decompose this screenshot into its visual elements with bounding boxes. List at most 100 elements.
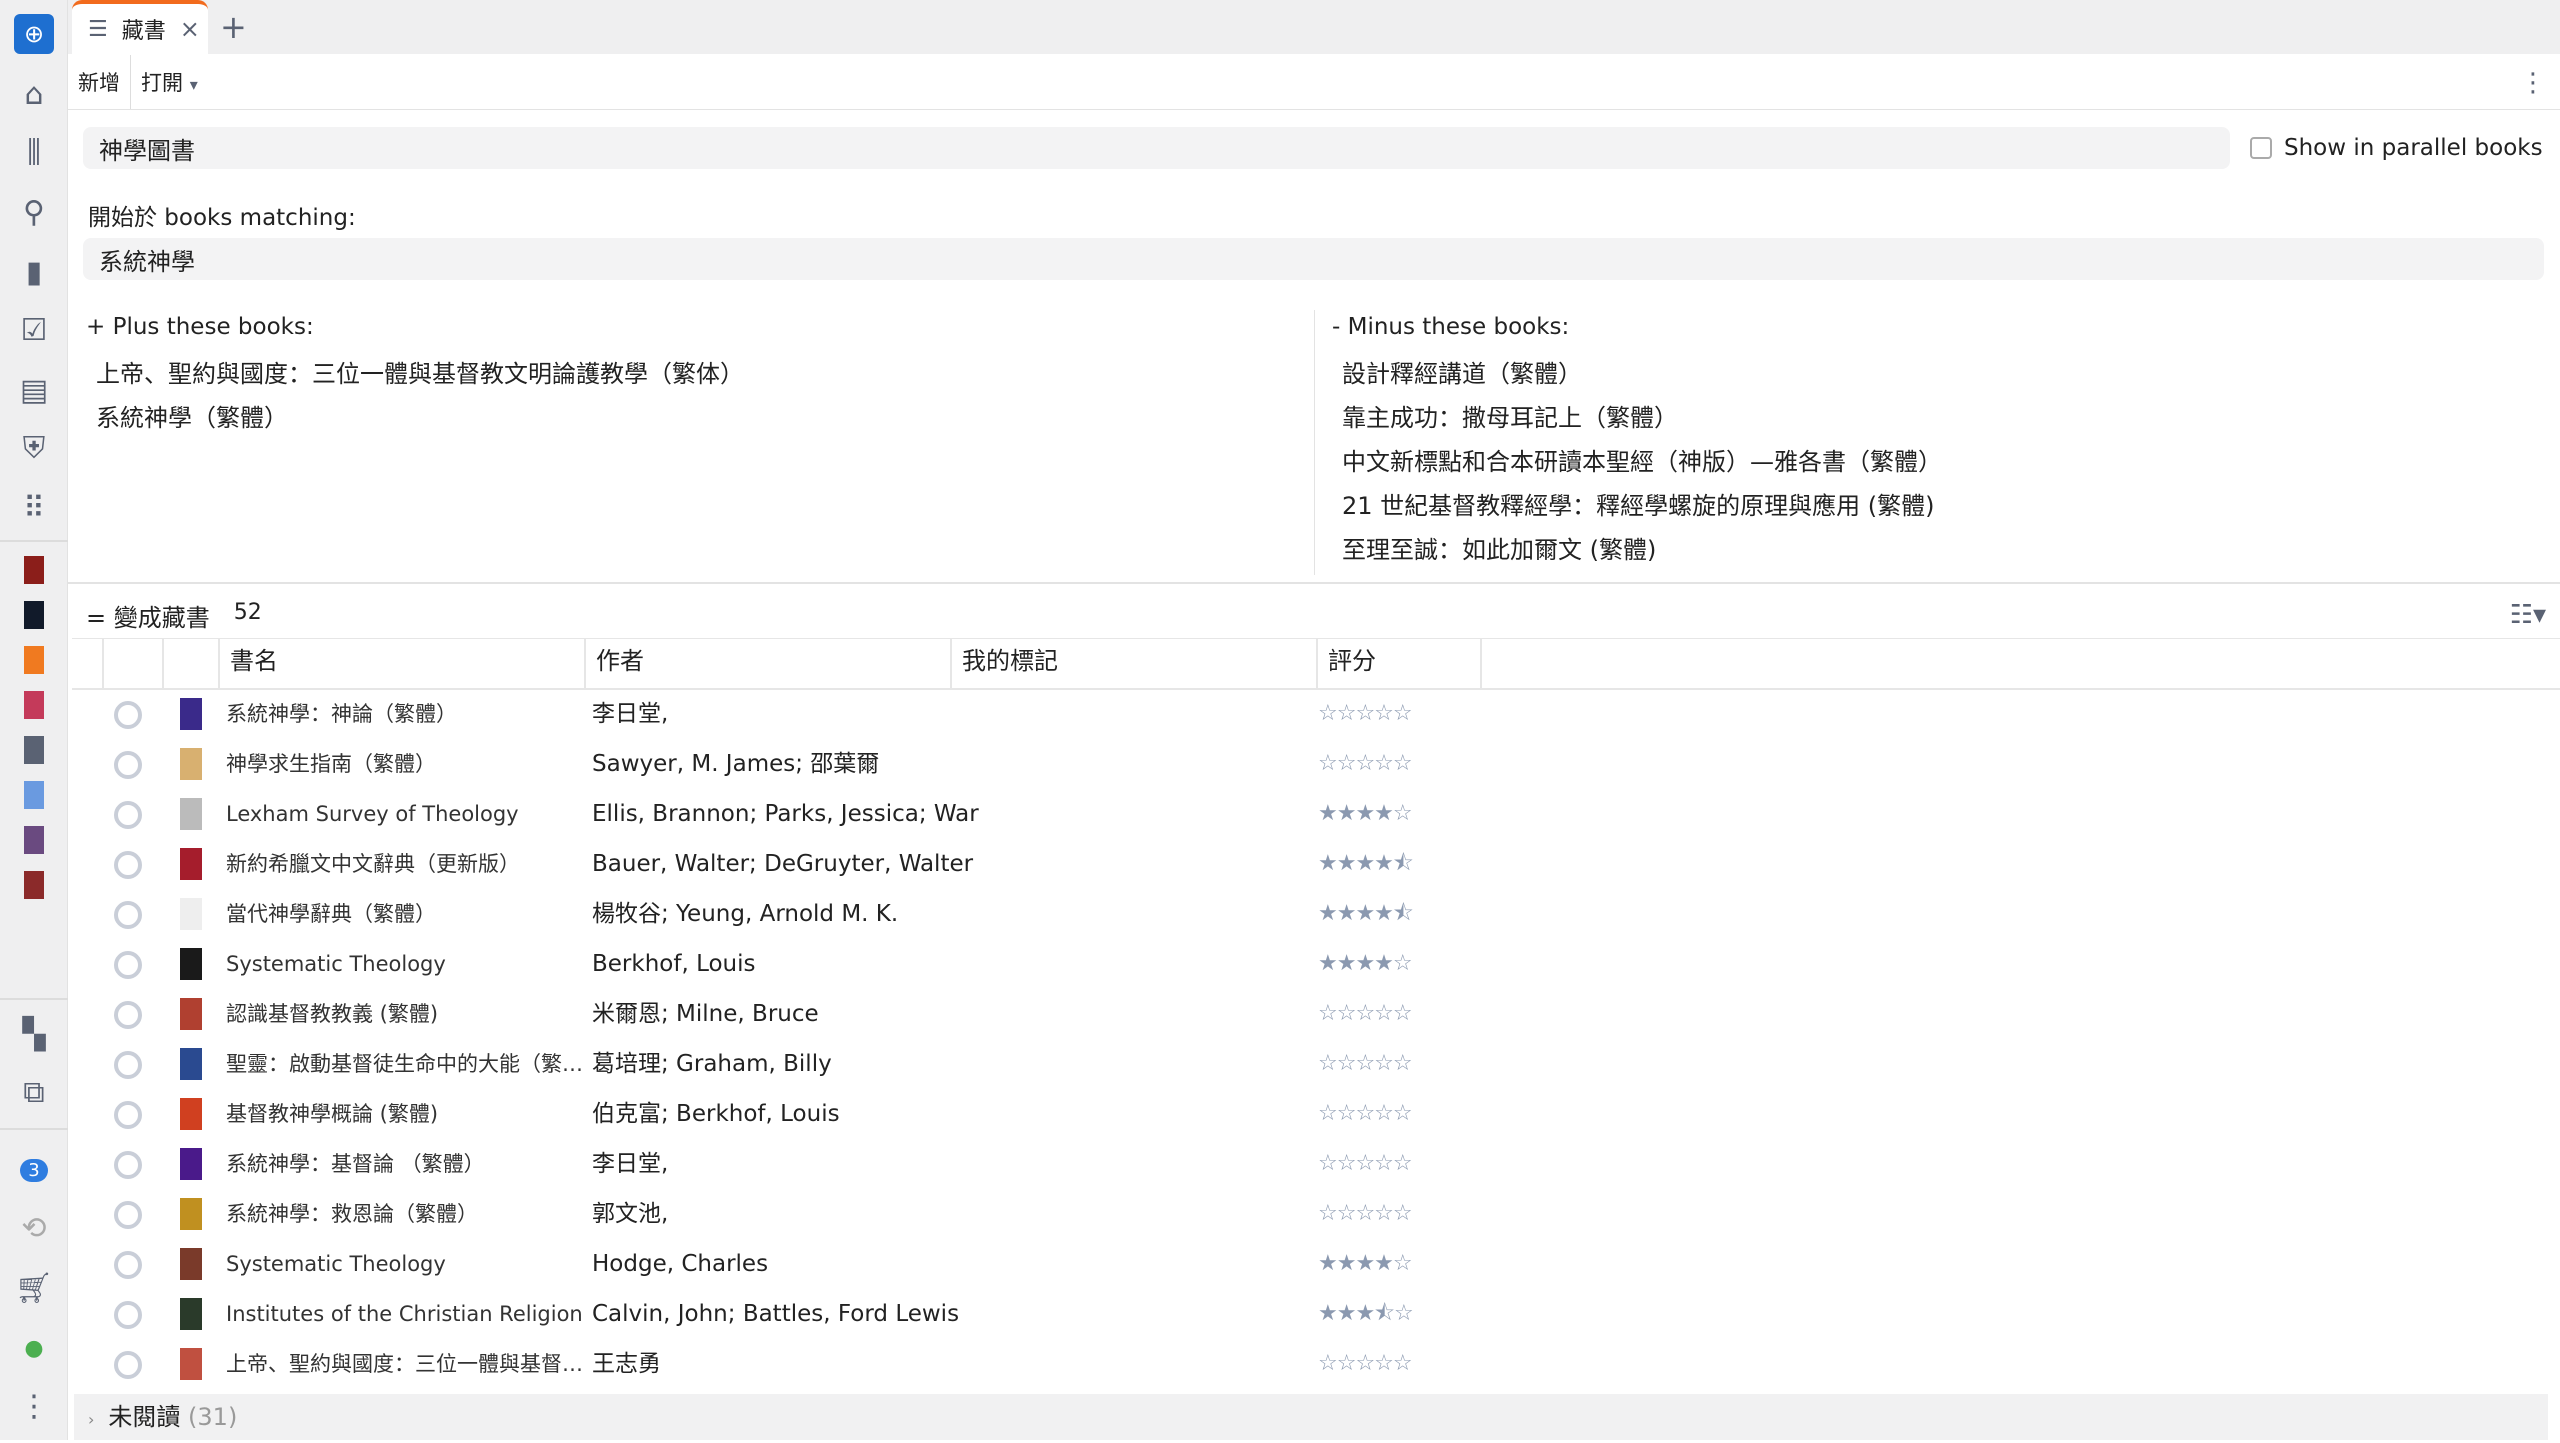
recent-book-thumbnail[interactable] bbox=[24, 646, 44, 674]
book-title[interactable]: 上帝、聖約與國度：三位一體與基督教文明論護教學（繁体） bbox=[226, 1339, 586, 1389]
document-icon[interactable]: ▤ bbox=[14, 370, 54, 410]
rating-stars[interactable]: ☆☆☆☆☆ bbox=[1318, 1139, 1413, 1189]
new-tab-button[interactable]: + bbox=[220, 8, 247, 46]
user-icon[interactable]: ● bbox=[14, 1328, 54, 1368]
tab-library[interactable]: ☰ 藏書 × bbox=[72, 0, 208, 54]
column-title[interactable]: 書名 bbox=[220, 639, 586, 689]
rating-stars[interactable]: ☆☆☆☆☆ bbox=[1318, 1089, 1413, 1139]
rating-stars[interactable]: ☆☆☆☆☆ bbox=[1318, 1189, 1413, 1239]
rating-stars[interactable]: ☆☆☆☆☆ bbox=[1318, 989, 1413, 1039]
rating-stars[interactable]: ☆☆☆☆☆ bbox=[1318, 739, 1413, 789]
book-title[interactable]: Systematic Theology bbox=[226, 1239, 586, 1289]
table-row[interactable]: Lexham Survey of Theology Ellis, Brannon… bbox=[72, 789, 2560, 839]
read-status-icon[interactable] bbox=[114, 901, 142, 929]
checklist-icon[interactable]: ☑ bbox=[14, 310, 54, 350]
new-button[interactable]: 新增 bbox=[68, 67, 130, 97]
recent-book-thumbnail[interactable] bbox=[24, 556, 44, 584]
unread-group[interactable]: › 未閱讀 (31) bbox=[74, 1394, 2548, 1440]
read-status-icon[interactable] bbox=[114, 1001, 142, 1029]
shield-icon[interactable]: ⛨ bbox=[14, 428, 54, 468]
rating-stars[interactable]: ★★★★☆ bbox=[1318, 939, 1413, 989]
recent-book-thumbnail[interactable] bbox=[24, 736, 44, 764]
rating-stars[interactable]: ★★★★☆ bbox=[1318, 1239, 1413, 1289]
book-title[interactable]: 當代神學辭典（繁體） bbox=[226, 889, 586, 939]
table-row[interactable]: Systematic Theology Hodge, Charles ★★★★☆ bbox=[72, 1239, 2560, 1289]
read-status-icon[interactable] bbox=[114, 1351, 142, 1379]
table-row[interactable]: 認識基督教教義 (繁體) 米爾恩; Milne, Bruce ☆☆☆☆☆ bbox=[72, 989, 2560, 1039]
rating-stars[interactable]: ☆☆☆☆☆ bbox=[1318, 1039, 1413, 1089]
table-row[interactable]: 基督教神學概論 (繁體) 伯克富; Berkhof, Louis ☆☆☆☆☆ bbox=[72, 1089, 2560, 1139]
layout-icon[interactable]: ▚ bbox=[14, 1014, 54, 1054]
book-title[interactable]: Lexham Survey of Theology bbox=[226, 789, 586, 839]
table-row[interactable]: Institutes of the Christian Religion Cal… bbox=[72, 1289, 2560, 1339]
rating-stars[interactable]: ★★★★⯪ bbox=[1318, 839, 1414, 889]
recent-book-thumbnail[interactable] bbox=[24, 826, 44, 854]
table-row[interactable]: Systematic Theology Berkhof, Louis ★★★★☆ bbox=[72, 939, 2560, 989]
rating-stars[interactable]: ★★★★☆ bbox=[1318, 789, 1413, 839]
book-title[interactable]: 基督教神學概論 (繁體) bbox=[226, 1089, 586, 1139]
minus-book-item[interactable]: 設計釋經講道（繁體） bbox=[1342, 352, 1942, 396]
home-icon[interactable]: ⌂ bbox=[14, 74, 54, 114]
column-rating[interactable]: 評分 bbox=[1318, 639, 1482, 689]
book-title[interactable]: 新約希臘文中文辭典（更新版） bbox=[226, 839, 586, 889]
read-status-icon[interactable] bbox=[114, 701, 142, 729]
close-tab-icon[interactable]: × bbox=[180, 15, 200, 43]
book-title[interactable]: 聖靈：啟動基督徒生命中的大能（繁體） bbox=[226, 1039, 586, 1089]
sync-icon[interactable]: ⟲ bbox=[14, 1208, 54, 1248]
minus-book-item[interactable]: 靠主成功：撒母耳記上（繁體） bbox=[1342, 396, 1942, 440]
read-status-icon[interactable] bbox=[114, 751, 142, 779]
recent-book-thumbnail[interactable] bbox=[24, 871, 44, 899]
table-row[interactable]: 神學求生指南（繁體） Sawyer, M. James; 邵葉爾 ☆☆☆☆☆ bbox=[72, 739, 2560, 789]
minus-book-item[interactable]: 至理至誠：如此加爾文 (繁體) bbox=[1342, 528, 1942, 572]
table-row[interactable]: 聖靈：啟動基督徒生命中的大能（繁體） 葛培理; Graham, Billy ☆☆… bbox=[72, 1039, 2560, 1089]
more-icon[interactable]: ⋮ bbox=[14, 1386, 54, 1426]
book-title[interactable]: 神學求生指南（繁體） bbox=[226, 739, 586, 789]
read-status-icon[interactable] bbox=[114, 1151, 142, 1179]
parallel-books-checkbox[interactable]: Show in parallel books bbox=[2250, 135, 2543, 161]
recent-book-thumbnail[interactable] bbox=[24, 691, 44, 719]
book-title[interactable]: 系統神學：基督論 （繁體） bbox=[226, 1139, 586, 1189]
table-row[interactable]: 系統神學：基督論 （繁體） 李日堂, ☆☆☆☆☆ bbox=[72, 1139, 2560, 1189]
recent-book-thumbnail[interactable] bbox=[24, 781, 44, 809]
logos-app-icon[interactable]: ⊕ bbox=[14, 14, 54, 54]
table-row[interactable]: 系統神學：神論（繁體） 李日堂, ☆☆☆☆☆ bbox=[72, 689, 2560, 739]
cart-icon[interactable]: 🛒︎ bbox=[14, 1268, 54, 1308]
plus-book-item[interactable]: 上帝、聖約與國度：三位一體與基督教文明論護教學（繁体） bbox=[96, 352, 744, 396]
rating-stars[interactable]: ☆☆☆☆☆ bbox=[1318, 689, 1413, 739]
read-status-icon[interactable] bbox=[114, 1101, 142, 1129]
apps-icon[interactable]: ⠿ bbox=[14, 488, 54, 528]
recent-book-thumbnail[interactable] bbox=[24, 601, 44, 629]
open-button[interactable]: 打開 ▾ bbox=[131, 67, 208, 97]
minus-book-item[interactable]: 21 世紀基督教釋經學：釋經學螺旋的原理與應用 (繁體) bbox=[1342, 484, 1942, 528]
column-view-icon[interactable]: ☷▾ bbox=[2510, 600, 2546, 630]
read-status-icon[interactable] bbox=[114, 951, 142, 979]
read-status-icon[interactable] bbox=[114, 801, 142, 829]
read-status-icon[interactable] bbox=[114, 1051, 142, 1079]
table-row[interactable]: 系統神學：救恩論（繁體） 郭文池, ☆☆☆☆☆ bbox=[72, 1189, 2560, 1239]
column-tags[interactable]: 我的標記 bbox=[952, 639, 1318, 689]
library-icon[interactable]: ⫼ bbox=[14, 132, 54, 172]
add-note-icon[interactable]: ▮ bbox=[14, 252, 54, 292]
plus-book-item[interactable]: 系統神學（繁體） bbox=[96, 396, 744, 440]
rating-stars[interactable]: ★★★★⯪ bbox=[1318, 889, 1414, 939]
start-query-input[interactable]: 系統神學 bbox=[83, 238, 2544, 280]
book-title[interactable]: 系統神學：神論（繁體） bbox=[226, 689, 586, 739]
table-row[interactable]: 新約希臘文中文辭典（更新版） Bauer, Walter; DeGruyter,… bbox=[72, 839, 2560, 889]
notification-badge[interactable]: 3 bbox=[14, 1150, 54, 1190]
read-status-icon[interactable] bbox=[114, 1301, 142, 1329]
read-status-icon[interactable] bbox=[114, 1251, 142, 1279]
table-row[interactable]: 當代神學辭典（繁體） 楊牧谷; Yeung, Arnold M. K. ★★★★… bbox=[72, 889, 2560, 939]
read-status-icon[interactable] bbox=[114, 851, 142, 879]
book-title[interactable]: Institutes of the Christian Religion bbox=[226, 1289, 586, 1339]
rating-stars[interactable]: ☆☆☆☆☆ bbox=[1318, 1339, 1413, 1389]
column-author[interactable]: 作者 bbox=[586, 639, 952, 689]
checkbox[interactable] bbox=[2250, 137, 2272, 159]
minus-book-item[interactable]: 中文新標點和合本研讀本聖經（神版）—雅各書（繁體） bbox=[1342, 440, 1942, 484]
more-options-button[interactable]: ⋮ bbox=[2520, 68, 2546, 98]
search-icon[interactable]: ⚲ bbox=[14, 192, 54, 232]
book-title[interactable]: Systematic Theology bbox=[226, 939, 586, 989]
book-title[interactable]: 認識基督教教義 (繁體) bbox=[226, 989, 586, 1039]
collection-name-input[interactable]: 神學圖書 bbox=[83, 127, 2230, 169]
read-status-icon[interactable] bbox=[114, 1201, 142, 1229]
rating-stars[interactable]: ★★★⯪☆ bbox=[1318, 1289, 1414, 1339]
